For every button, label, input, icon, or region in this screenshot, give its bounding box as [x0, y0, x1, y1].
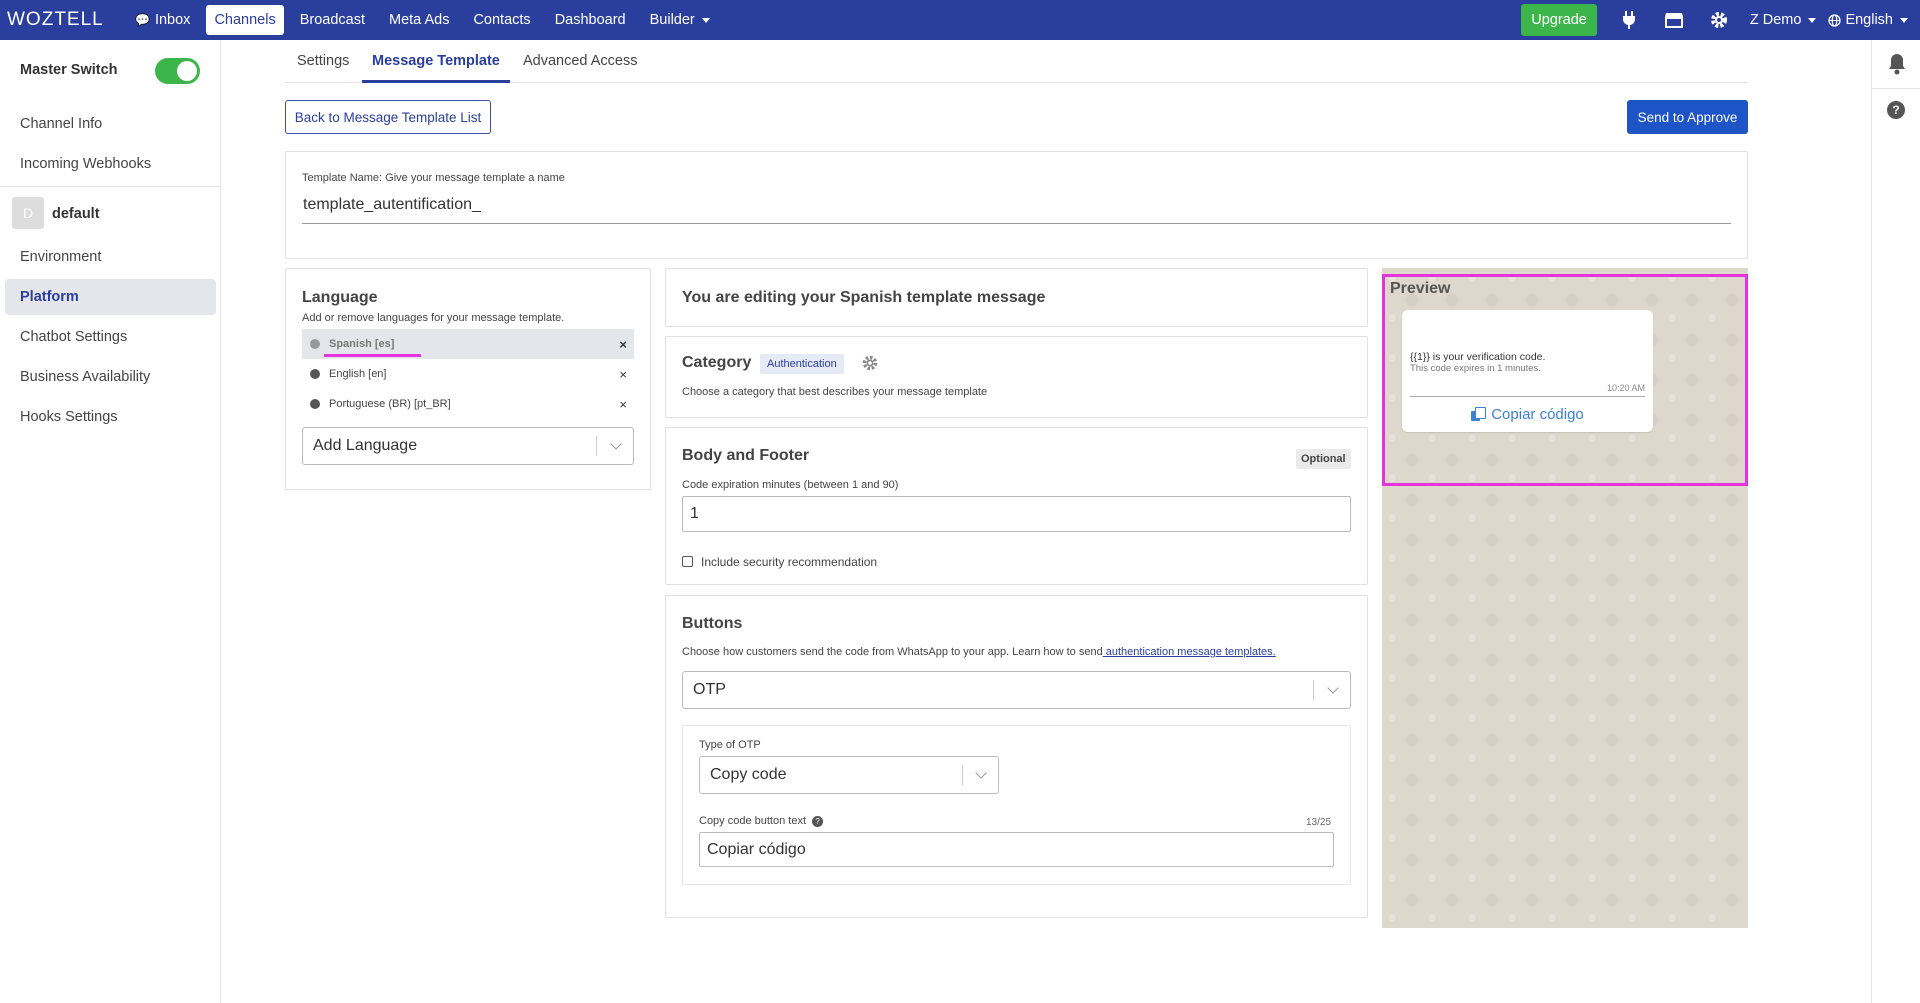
toggle-knob [177, 61, 197, 81]
language-subtitle: Add or remove languages for your message… [302, 312, 565, 324]
auth-templates-link[interactable]: authentication message templates. [1103, 646, 1276, 658]
back-to-template-list-button[interactable]: Back to Message Template List [285, 100, 491, 134]
buttons-description: Choose how customers send the code from … [682, 646, 1276, 658]
chat-bubble-icon: 💬 [135, 13, 150, 27]
template-name-panel [285, 151, 1748, 259]
language-title: Language [302, 289, 378, 306]
category-description: Choose a category that best describes yo… [682, 386, 988, 398]
highlight-box [1382, 274, 1748, 486]
otp-type-select[interactable]: Copy code [699, 756, 999, 794]
chevron-down-icon [610, 438, 622, 450]
gear-icon[interactable] [862, 355, 878, 371]
status-dot [310, 369, 320, 379]
chevron-down-icon [975, 767, 987, 779]
tab-settings[interactable]: Settings [297, 53, 349, 69]
copy-button-text-counter: 13/25 [1306, 817, 1332, 828]
sidebar: Master Switch Channel Info Incoming Webh… [0, 40, 221, 1003]
sidebar-item-business-availability[interactable]: Business Availability [20, 369, 150, 385]
nav-broadcast[interactable]: Broadcast [292, 5, 373, 35]
plug-icon[interactable] [1615, 6, 1643, 34]
language-menu[interactable]: English [1828, 12, 1908, 28]
sidebar-divider [0, 186, 220, 187]
body-footer-title: Body and Footer [682, 447, 810, 464]
bell-icon[interactable] [1887, 53, 1907, 75]
user-menu[interactable]: Z Demo [1750, 12, 1817, 28]
nav-channels[interactable]: Channels [206, 5, 284, 35]
button-type-select[interactable]: OTP [682, 671, 1351, 709]
environment-avatar: D [12, 197, 44, 229]
sidebar-item-environment[interactable]: Environment [20, 249, 101, 265]
sidebar-item-platform[interactable]: Platform [20, 289, 79, 305]
tab-message-template[interactable]: Message Template [372, 53, 500, 69]
highlight-underline [324, 354, 421, 357]
master-switch-label: Master Switch [20, 62, 118, 78]
help-icon[interactable]: ? [1887, 101, 1905, 119]
active-tab-indicator [362, 80, 510, 83]
nav-dashboard[interactable]: Dashboard [547, 5, 634, 35]
status-dot [310, 399, 320, 409]
add-language-select[interactable]: Add Language [302, 427, 634, 465]
chevron-down-icon [1900, 17, 1908, 23]
security-recommendation-label: Include security recommendation [701, 555, 878, 569]
editing-title: You are editing your Spanish template me… [682, 289, 1046, 306]
sidebar-item-chatbot-settings[interactable]: Chatbot Settings [20, 329, 127, 345]
language-item-portuguese[interactable]: Portuguese (BR) [pt_BR] × [302, 389, 634, 419]
remove-language-icon[interactable]: × [619, 367, 627, 382]
select-separator [596, 436, 597, 456]
nav-builder[interactable]: Builder [642, 5, 718, 35]
right-rail: ? [1871, 40, 1920, 1003]
chevron-down-icon [1327, 682, 1339, 694]
rail-divider [1872, 88, 1920, 89]
status-dot [310, 339, 320, 349]
buttons-title: Buttons [682, 615, 743, 632]
sidebar-item-channel-info[interactable]: Channel Info [20, 116, 102, 132]
remove-language-icon[interactable]: × [619, 337, 627, 352]
security-recommendation-checkbox[interactable] [682, 556, 693, 567]
upgrade-button[interactable]: Upgrade [1521, 4, 1597, 36]
gear-icon[interactable] [1705, 6, 1733, 34]
woztell-logo[interactable]: WOZTELL [7, 9, 127, 31]
template-name-underline [302, 223, 1731, 224]
store-icon[interactable] [1660, 6, 1688, 34]
nav-meta-ads[interactable]: Meta Ads [381, 5, 457, 35]
tab-advanced-access[interactable]: Advanced Access [523, 53, 637, 69]
language-item-english[interactable]: English [en] × [302, 359, 634, 389]
master-switch-toggle[interactable] [155, 58, 200, 84]
nav-contacts[interactable]: Contacts [465, 5, 538, 35]
environment-name[interactable]: default [52, 206, 100, 222]
copy-button-text-input[interactable]: Copiar código [699, 832, 1334, 867]
template-name-label: Template Name: Give your message templat… [302, 172, 565, 184]
top-navbar: WOZTELL 💬 Inbox Channels Broadcast Meta A… [0, 0, 1920, 40]
send-to-approve-button[interactable]: Send to Approve [1627, 100, 1748, 134]
sidebar-item-incoming-webhooks[interactable]: Incoming Webhooks [20, 156, 151, 172]
select-separator [1313, 680, 1314, 700]
template-name-input[interactable]: template_autentification_ [303, 196, 481, 214]
optional-badge: Optional [1296, 449, 1351, 469]
globe-icon [1828, 13, 1842, 27]
category-panel [665, 336, 1368, 418]
info-icon[interactable]: ? [812, 815, 824, 827]
chevron-down-icon [701, 17, 710, 23]
category-title: Category [682, 354, 752, 371]
select-separator [962, 765, 963, 785]
chevron-down-icon [1808, 17, 1817, 23]
otp-type-label: Type of OTP [699, 739, 761, 751]
nav-inbox[interactable]: 💬 Inbox [127, 5, 198, 35]
expiry-label: Code expiration minutes (between 1 and 9… [682, 479, 899, 491]
category-badge: Authentication [760, 354, 844, 374]
remove-language-icon[interactable]: × [619, 397, 627, 412]
expiry-minutes-input[interactable]: 1 [682, 496, 1351, 532]
copy-button-text-label: Copy code button text ? [699, 815, 824, 827]
sidebar-item-hooks-settings[interactable]: Hooks Settings [20, 409, 118, 425]
